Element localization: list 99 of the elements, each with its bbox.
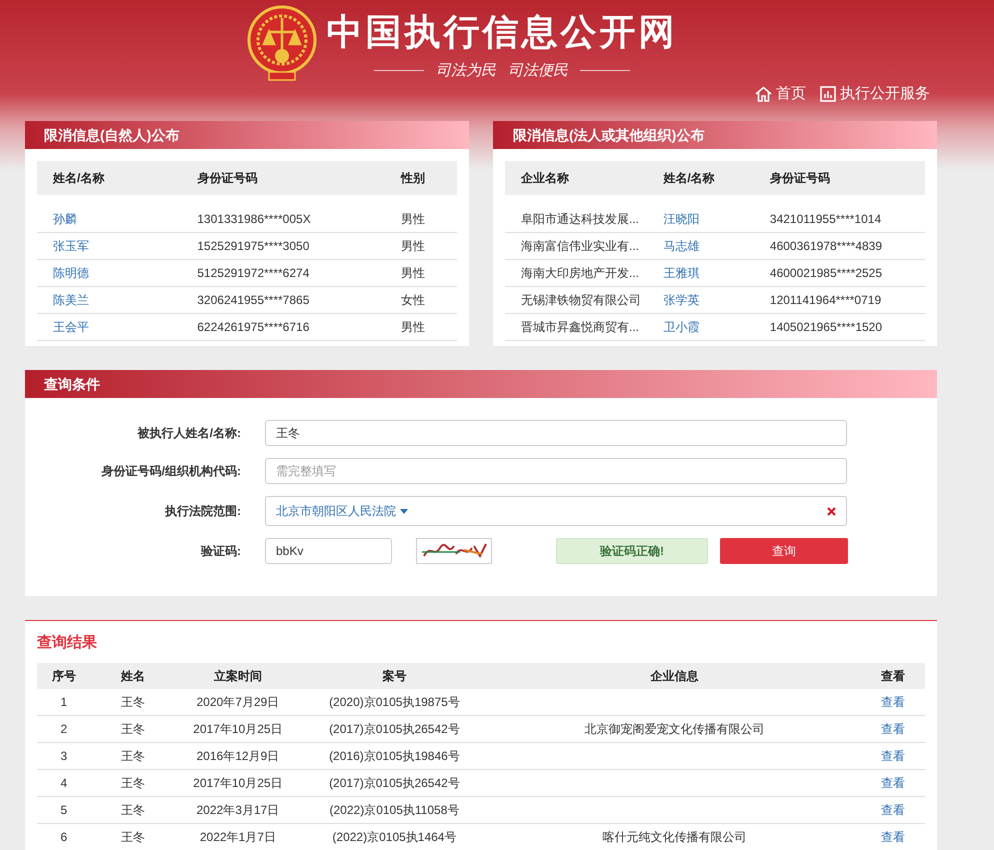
table-cell: 3206241955****7865	[181, 286, 385, 314]
table-cell: 北京御宠阁爱宠文化传播有限公司	[488, 716, 862, 742]
table-cell: (2017)京0105执26542号	[300, 716, 488, 742]
table-cell: 6224261975****6716	[181, 314, 385, 340]
name-link[interactable]: 张玉军	[37, 232, 182, 260]
table-cell: (2017)京0105执26542号	[300, 770, 488, 796]
table-cell: 2022年3月17日	[175, 796, 301, 824]
table-cell: 王冬	[90, 742, 176, 770]
table-cell: 2	[37, 716, 91, 742]
column-header: 查看	[861, 663, 925, 689]
table-cell: (2022)京0105执1464号	[300, 824, 488, 850]
field-label: 验证码:	[200, 542, 242, 560]
table-cell: 王冬	[90, 824, 176, 850]
text-field[interactable]: 王冬	[265, 420, 847, 446]
name-link[interactable]: 王雅琪	[647, 260, 754, 286]
text-field[interactable]: 需完整填写	[265, 458, 847, 484]
column-header: 姓名/名称	[647, 161, 754, 195]
table-cell: 海南富信伟业实业有...	[505, 232, 648, 260]
column-header: 姓名/名称	[37, 161, 182, 195]
view-link[interactable]: 查看	[861, 689, 925, 716]
clear-icon[interactable]	[827, 506, 836, 516]
table-cell: 男性	[384, 314, 457, 340]
table-cell: 2017年10月25日	[175, 716, 301, 742]
search-button[interactable]: 查询	[720, 538, 848, 564]
view-link[interactable]: 查看	[861, 796, 925, 824]
field-label: 执行法院范围:	[164, 502, 242, 520]
column-header: 姓名	[90, 663, 176, 689]
table-cell: 王冬	[90, 716, 176, 742]
site-title: 中国执行信息公开网	[326, 10, 678, 54]
table-cell: 1525291975****3050	[181, 232, 385, 260]
column-header: 序号	[37, 663, 91, 689]
section-title: 查询结果	[37, 633, 98, 652]
emblem-icon	[246, 4, 316, 84]
column-header: 身份证号码	[181, 161, 385, 195]
field-label: 身份证号码/组织机构代码:	[100, 462, 242, 480]
view-link[interactable]: 查看	[861, 824, 925, 850]
name-link[interactable]: 汪晓阳	[647, 195, 754, 232]
table-cell: 喀什元纯文化传播有限公司	[488, 824, 862, 850]
table-cell: 2017年10月25日	[175, 770, 301, 796]
table-cell: 4600361978****4839	[754, 232, 925, 260]
view-link[interactable]: 查看	[861, 770, 925, 796]
column-header: 案号	[300, 663, 488, 689]
nav-link[interactable]: 执行公开服务	[820, 84, 930, 103]
table-cell: 1	[37, 689, 91, 716]
view-link[interactable]: 查看	[861, 716, 925, 742]
table-cell: (2022)京0105执11058号	[300, 796, 488, 824]
column-header: 立案时间	[175, 663, 301, 689]
table-cell: 4	[37, 770, 91, 796]
slogan-text: 司法便民	[508, 61, 568, 80]
table-cell: 男性	[384, 232, 457, 260]
table-cell: 4600021985****2525	[754, 260, 925, 286]
panel-title: 限消信息(自然人)公布	[25, 121, 469, 149]
column-header: 性别	[384, 161, 457, 195]
bar-chart-icon	[820, 86, 836, 102]
table-cell: 5	[37, 796, 91, 824]
name-link[interactable]: 马志雄	[647, 232, 754, 260]
table-cell: 无锡津铁物贸有限公司	[505, 286, 648, 314]
name-link[interactable]: 王会平	[37, 314, 182, 340]
field-label: 被执行人姓名/名称:	[136, 424, 242, 442]
home-icon	[755, 86, 772, 102]
table-cell: 晋城市昇鑫悦商贸有...	[505, 314, 648, 340]
name-link[interactable]: 孙麟	[37, 195, 182, 232]
table-cell: 王冬	[90, 689, 176, 716]
table-cell: 1301331986****005X	[181, 195, 385, 232]
table-cell: 2020年7月29日	[175, 689, 301, 716]
table-cell: 男性	[384, 195, 457, 232]
table-cell: 女性	[384, 286, 457, 314]
table-cell: 阜阳市通达科技发展...	[505, 195, 648, 232]
table-cell: 1405021965****1520	[754, 314, 925, 340]
column-header: 企业信息	[488, 663, 862, 689]
table-cell: 男性	[384, 260, 457, 286]
table-cell: 1201141964****0719	[754, 286, 925, 314]
table-cell: 2022年1月7日	[175, 824, 301, 850]
table-cell: 王冬	[90, 796, 176, 824]
captcha-status: 验证码正确!	[556, 538, 708, 564]
column-header: 企业名称	[505, 161, 648, 195]
court-select[interactable]: 北京市朝阳区人民法院	[265, 496, 847, 526]
table-cell: 5125291972****6274	[181, 260, 385, 286]
panel-title: 限消信息(法人或其他组织)公布	[493, 121, 937, 149]
table-cell: 6	[37, 824, 91, 850]
table-cell: 3	[37, 742, 91, 770]
table-cell: (2016)京0105执19846号	[300, 742, 488, 770]
view-link[interactable]: 查看	[861, 742, 925, 770]
table-cell: 海南大印房地产开发...	[505, 260, 648, 286]
table-cell: (2020)京0105执19875号	[300, 689, 488, 716]
caret-icon	[400, 508, 408, 514]
nav-link[interactable]: 首页	[755, 84, 806, 103]
column-header: 身份证号码	[754, 161, 925, 195]
section-title: 查询条件	[25, 370, 937, 398]
table-cell: 王冬	[90, 770, 176, 796]
name-link[interactable]: 陈美兰	[37, 286, 182, 314]
captcha-image[interactable]	[416, 538, 492, 564]
name-link[interactable]: 陈明德	[37, 260, 182, 286]
slogan-text: 司法为民	[436, 61, 496, 80]
table-cell: 3421011955****1014	[754, 195, 925, 232]
name-link[interactable]: 卫小霞	[647, 314, 754, 340]
table-cell: 2016年12月9日	[175, 742, 301, 770]
captcha-field[interactable]: bbKv	[265, 538, 392, 564]
name-link[interactable]: 张学英	[647, 286, 754, 314]
